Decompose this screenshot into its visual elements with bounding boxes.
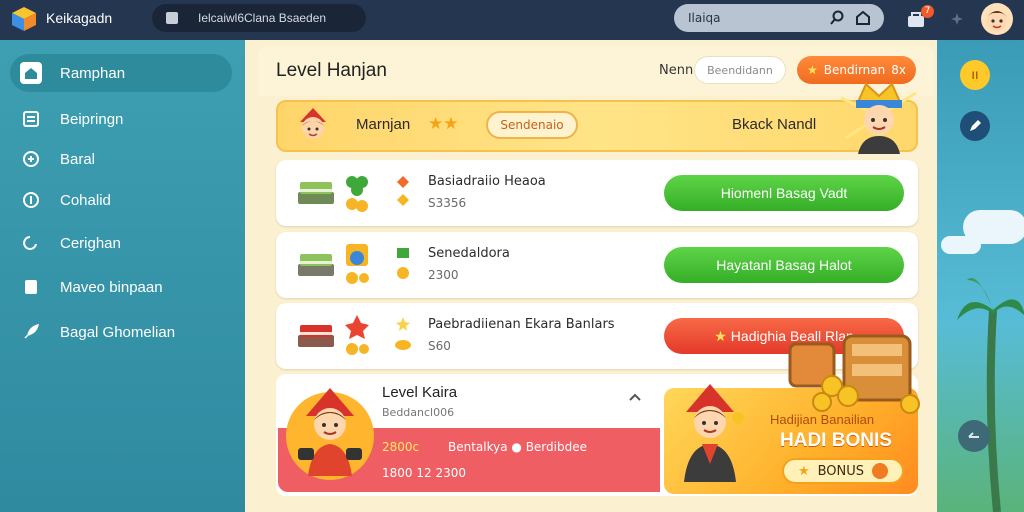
bonus-button[interactable]: ★ BONUS xyxy=(782,458,904,484)
avatar-face-icon xyxy=(987,11,1007,31)
coin-icon xyxy=(872,463,889,479)
sidebar-item-label: Bagal Ghomelian xyxy=(60,323,176,341)
refresh-icon xyxy=(20,232,42,254)
sidebar-item-ramphan[interactable]: Ramphan xyxy=(10,54,232,92)
sidebar-item-cohalid[interactable]: Cohalid xyxy=(10,181,232,219)
diamond-icon xyxy=(397,176,409,206)
app-name: Keikagadn xyxy=(46,10,113,26)
level-card-subtitle: Beddancl006 xyxy=(382,406,455,419)
home-icon xyxy=(20,62,42,84)
user-avatar[interactable] xyxy=(981,3,1013,35)
header-button-suffix: 8x xyxy=(891,63,906,77)
reward-row: Senedaldora 2300 Hayatanl Basag Halot xyxy=(276,232,918,298)
sidebar-item-label: Cerighan xyxy=(60,234,121,252)
bonus-title: HADI BONIS xyxy=(780,430,892,451)
sidebar-item-beipringn[interactable]: Beipringn xyxy=(10,100,232,138)
chevron-up-icon[interactable] xyxy=(628,392,642,402)
page-title: Level Hanjan xyxy=(276,60,387,81)
sidebar-item-cerighan[interactable]: Cerighan xyxy=(10,224,232,262)
coins-button[interactable]: ıı xyxy=(960,60,990,90)
level-character-icon xyxy=(286,388,374,480)
search-input[interactable]: Ilaiqa xyxy=(688,11,828,25)
star-icon: ★ xyxy=(807,63,818,77)
book-stack-icon xyxy=(298,182,334,204)
tab-title: Ielcaiwl6Clana Bsaeden xyxy=(198,11,327,25)
gift-icon xyxy=(20,148,42,170)
return-icon xyxy=(968,432,979,438)
level-stat-text: Bentalkya ● Berdibdee xyxy=(448,440,587,454)
pencil-icon xyxy=(970,120,981,131)
notification-badge: 7 xyxy=(921,5,934,18)
banner-player-name: Marnjan xyxy=(356,116,411,133)
star-icon: ★ xyxy=(797,463,810,479)
row-title: Basiadraiio Heaoa xyxy=(428,174,546,189)
search-bar[interactable]: Ilaiqa xyxy=(674,4,884,32)
banner-right-text: Bkack Nandl xyxy=(732,116,817,133)
name-label: Nenn xyxy=(659,63,694,78)
sidebar-item-label: Beipringn xyxy=(60,110,124,128)
sidebar-item-bagal-ghomelian[interactable]: Bagal Ghomelian xyxy=(10,313,232,351)
header-button-label: Bendirnan xyxy=(823,63,886,77)
coins-icon: ıı xyxy=(971,67,979,83)
sidebar-item-label: Cohalid xyxy=(60,191,111,209)
note-icon xyxy=(20,276,42,298)
home-icon[interactable] xyxy=(854,9,872,27)
sidebar-item-baral[interactable]: Baral xyxy=(10,140,232,178)
return-button[interactable] xyxy=(958,420,990,452)
rating-stars: ★★ xyxy=(428,114,459,134)
row-value: S60 xyxy=(428,339,451,353)
bonus-character-icon xyxy=(684,384,744,482)
level-card-title: Level Kaira xyxy=(382,384,458,401)
player-avatar-icon xyxy=(300,108,326,139)
treasure-chest-icon xyxy=(788,334,920,414)
app-logo-icon xyxy=(12,7,36,31)
star-icon: ★ xyxy=(714,327,727,344)
gold-icon xyxy=(395,317,411,350)
row-value: S3356 xyxy=(428,196,467,210)
clover-gold-icon xyxy=(346,176,368,212)
sidebar-item-maveo-binpaan[interactable]: Maveo binpaan xyxy=(10,268,232,306)
level-highlight-value: 2800c xyxy=(382,440,420,454)
rocket-icon xyxy=(20,321,42,343)
sidebar-item-label: Ramphan xyxy=(60,64,126,82)
sparkle-icon[interactable] xyxy=(950,12,964,26)
row-value: 2300 xyxy=(428,268,459,282)
claim-button[interactable]: Hiomenl Basag Vadt xyxy=(664,175,904,211)
row-title: Paebradiienan Ekara Banlars xyxy=(428,317,615,332)
info-icon xyxy=(20,189,42,211)
book-stack-icon xyxy=(298,325,334,347)
bonus-button-label: BONUS xyxy=(817,463,865,479)
banner-button[interactable]: Sendenaio xyxy=(486,111,578,139)
hero-character-icon xyxy=(840,82,917,154)
coin-icon xyxy=(397,248,409,279)
browser-tab[interactable]: Ielcaiwl6Clana Bsaeden xyxy=(152,4,366,32)
sidebar-item-label: Maveo binpaan xyxy=(60,278,163,296)
row-title: Senedaldora xyxy=(428,246,510,261)
level-stat-values: 1800 12 2300 xyxy=(382,466,466,480)
list-icon xyxy=(20,108,42,130)
treasure-icon xyxy=(346,244,369,284)
reward-row: Basiadraiio Heaoa S3356 Hiomenl Basag Va… xyxy=(276,160,918,226)
search-icon[interactable] xyxy=(828,9,846,27)
flower-coin-icon xyxy=(345,315,369,355)
player-banner: Marnjan ★★ Sendenaio Bkack Nandl xyxy=(276,100,918,152)
claim-button[interactable]: Hayatanl Basag Halot xyxy=(664,247,904,283)
edit-button[interactable] xyxy=(960,111,990,141)
sidebar-item-label: Baral xyxy=(60,150,96,168)
tab-icon xyxy=(166,12,178,24)
name-input[interactable]: Beendidann xyxy=(694,56,786,84)
book-stack-icon xyxy=(298,254,334,276)
palm-tree-icon xyxy=(957,278,1024,512)
